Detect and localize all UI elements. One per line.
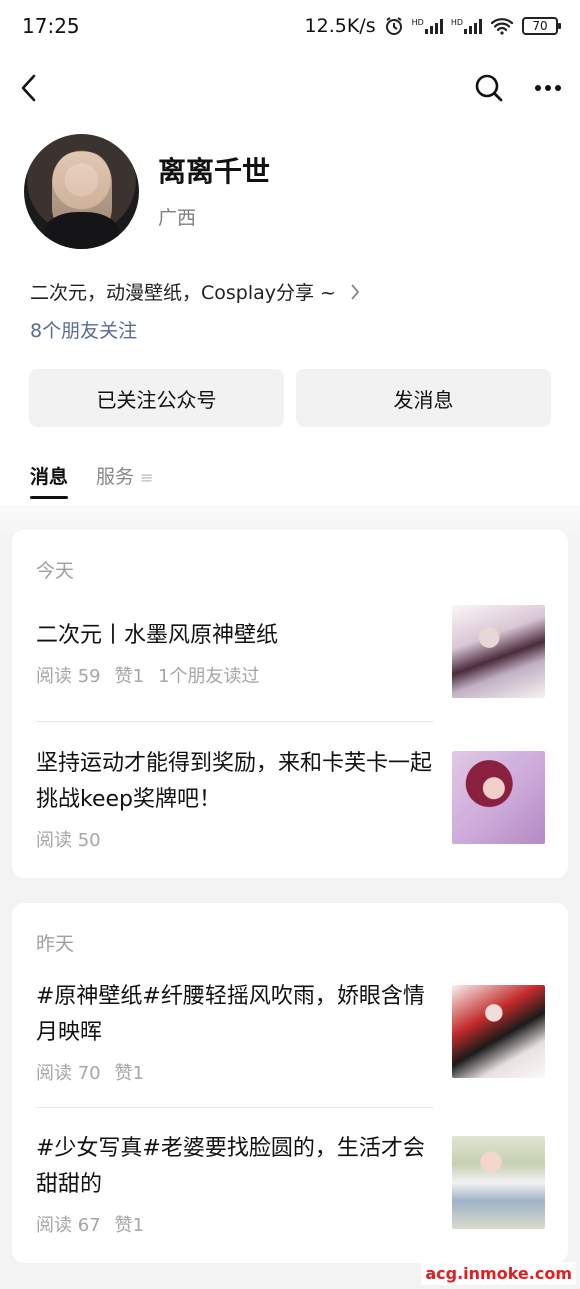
read-count: 阅读 70 <box>36 1063 101 1084</box>
avatar[interactable] <box>24 134 139 249</box>
wifi-icon <box>490 18 514 35</box>
article-meta: 阅读 50 <box>36 826 101 852</box>
read-count: 阅读 67 <box>36 1215 101 1236</box>
top-nav <box>0 60 580 116</box>
menu-icon: ≡ <box>140 468 154 487</box>
read-count: 阅读 50 <box>36 830 101 851</box>
tab-services-label: 服务 <box>96 466 135 488</box>
chevron-right-icon <box>351 283 360 300</box>
day-label: 今天 <box>36 560 75 582</box>
account-name: 离离千世 <box>158 155 271 188</box>
like-count: 赞1 <box>114 666 145 687</box>
send-message-button[interactable]: 发消息 <box>296 369 551 427</box>
friends-following-link[interactable]: 8个朋友关注 <box>30 316 137 343</box>
article-title: 坚持运动才能得到奖励，来和卡芙卡一起挑战keep奖牌吧！ <box>36 751 433 812</box>
account-region: 广西 <box>158 207 197 229</box>
bio-text: 二次元，动漫壁纸，Cosplay分享 ~ <box>30 282 336 304</box>
article-meta: 阅读 67 赞1 <box>36 1211 144 1237</box>
status-icons: 12.5K/s HD HD 70 <box>304 15 561 37</box>
tab-messages[interactable]: 消息 <box>30 462 69 499</box>
article-title: #原神壁纸#纤腰轻摇风吹雨，娇眼含情月映晖 <box>36 984 425 1045</box>
article-item[interactable]: #原神壁纸#纤腰轻摇风吹雨，娇眼含情月映晖 阅读 70 赞1 <box>36 979 546 1089</box>
feed-card-today: 今天 二次元丨水墨风原神壁纸 阅读 59 赞1 1个朋友读过 坚持运动才能得到奖… <box>12 530 568 878</box>
feed-card-yesterday: 昨天 #原神壁纸#纤腰轻摇风吹雨，娇眼含情月映晖 阅读 70 赞1 #少女写真#… <box>12 903 568 1263</box>
article-thumbnail <box>452 985 545 1078</box>
account-bio[interactable]: 二次元，动漫壁纸，Cosplay分享 ~ <box>30 278 360 305</box>
divider <box>36 1107 434 1108</box>
watermark: acg.inmoke.com <box>421 1262 576 1285</box>
like-count: 赞1 <box>114 1063 145 1084</box>
battery-icon: 70 <box>522 17 561 35</box>
status-bar: 17:25 12.5K/s HD HD 70 <box>0 0 580 52</box>
day-label: 昨天 <box>36 933 75 955</box>
divider <box>36 721 434 722</box>
alarm-icon <box>385 17 402 35</box>
article-title: #少女写真#老婆要找脸圆的，生活才会甜甜的 <box>36 1136 425 1197</box>
back-icon[interactable] <box>18 73 40 103</box>
net-speed: 12.5K/s <box>304 15 376 37</box>
article-thumbnail <box>452 751 545 844</box>
friends-read: 1个朋友读过 <box>158 666 260 687</box>
article-meta: 阅读 59 赞1 1个朋友读过 <box>36 662 260 688</box>
tab-services[interactable]: 服务 ≡ <box>96 462 153 499</box>
more-icon[interactable] <box>534 84 562 92</box>
article-item[interactable]: 坚持运动才能得到奖励，来和卡芙卡一起挑战keep奖牌吧！ 阅读 50 <box>36 750 546 852</box>
article-meta: 阅读 70 赞1 <box>36 1059 144 1085</box>
like-count: 赞1 <box>114 1215 145 1236</box>
signal-icon: HD <box>412 18 443 34</box>
followed-button[interactable]: 已关注公众号 <box>29 369 284 427</box>
signal-icon-2: HD <box>451 18 482 34</box>
article-title: 二次元丨水墨风原神壁纸 <box>36 623 279 648</box>
article-item[interactable]: 二次元丨水墨风原神壁纸 阅读 59 赞1 1个朋友读过 <box>36 602 546 702</box>
article-item[interactable]: #少女写真#老婆要找脸圆的，生活才会甜甜的 阅读 67 赞1 <box>36 1131 546 1241</box>
article-thumbnail <box>452 605 545 698</box>
status-time: 17:25 <box>22 14 80 38</box>
search-icon[interactable] <box>474 73 504 103</box>
read-count: 阅读 59 <box>36 666 101 687</box>
article-thumbnail <box>452 1136 545 1229</box>
tab-bar: 消息 服务 ≡ <box>30 462 153 499</box>
